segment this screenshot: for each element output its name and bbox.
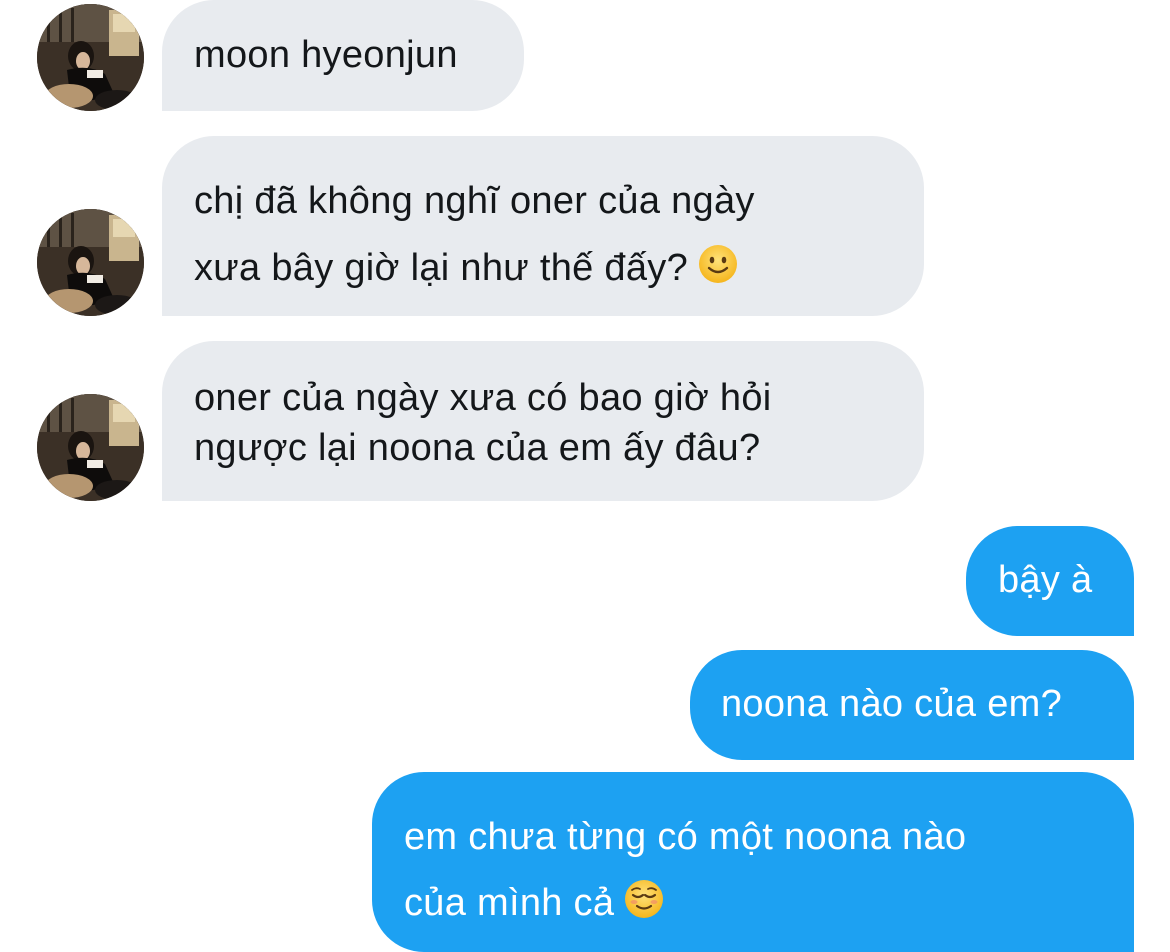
- sender-avatar[interactable]: [37, 394, 144, 501]
- slightly-smiling-face-icon: [698, 239, 738, 306]
- message-text: oner của ngày xưa có bao giờ hỏi: [194, 377, 772, 419]
- message-text: em chưa từng có một noona nào: [404, 816, 967, 858]
- incoming-message-bubble[interactable]: moon hyeonjun: [162, 0, 524, 111]
- incoming-message-bubble[interactable]: chị đã không nghĩ oner của ngày xưa bây …: [162, 136, 924, 316]
- incoming-message-bubble[interactable]: oner của ngày xưa có bao giờ hỏi ngược l…: [162, 341, 924, 501]
- message-text: của mình cả: [404, 882, 615, 924]
- message-text: chị đã không nghĩ oner của ngày: [194, 180, 755, 222]
- message-text: noona nào của em?: [721, 683, 1063, 725]
- avatar-photo: [37, 4, 144, 111]
- message-text: xưa bây giờ lại như thế đấy?: [194, 247, 689, 289]
- sender-avatar[interactable]: [37, 4, 144, 111]
- outgoing-message-bubble[interactable]: noona nào của em?: [690, 650, 1134, 760]
- sender-avatar[interactable]: [37, 209, 144, 316]
- message-text: bậy à: [998, 559, 1093, 601]
- outgoing-message-bubble[interactable]: bậy à: [966, 526, 1134, 636]
- avatar-photo: [37, 394, 144, 501]
- message-text: moon hyeonjun: [194, 34, 458, 76]
- message-text: ngược lại noona của em ấy đâu?: [194, 427, 761, 469]
- relieved-face-icon: [624, 874, 664, 940]
- avatar-photo: [37, 209, 144, 316]
- outgoing-message-bubble[interactable]: em chưa từng có một noona nào của mình c…: [372, 772, 1134, 952]
